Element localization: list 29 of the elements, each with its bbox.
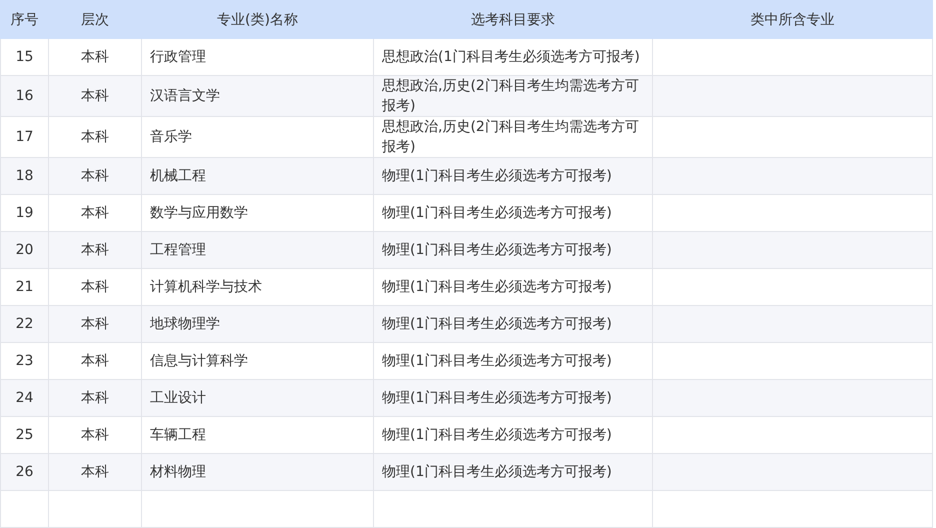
table-cell: 26 xyxy=(0,454,48,490)
table-cell: 24 xyxy=(0,380,48,416)
table-cell: 16 xyxy=(0,76,48,116)
table-cell: 地球物理学 xyxy=(142,306,374,342)
table-cell: 物理(1门科目考生必须选考方可报考) xyxy=(374,380,652,416)
column-header: 层次 xyxy=(48,0,142,38)
column-header: 类中所含专业 xyxy=(652,0,932,38)
table-cell: 物理(1门科目考生必须选考方可报考) xyxy=(374,158,652,194)
column-header: 专业(类)名称 xyxy=(142,0,374,38)
table-cell: 物理(1门科目考生必须选考方可报考) xyxy=(374,454,652,490)
table-cell: 本科 xyxy=(48,158,142,194)
column-header: 选考科目要求 xyxy=(374,0,652,38)
table-cell: 物理(1门科目考生必须选考方可报考) xyxy=(374,232,652,268)
table-cell: 22 xyxy=(0,306,48,342)
table-cell: 工业设计 xyxy=(142,380,374,416)
table-cell: 本科 xyxy=(48,306,142,342)
table-cell: 汉语言文学 xyxy=(142,76,374,116)
table-cell: 18 xyxy=(0,158,48,194)
table-cell: 机械工程 xyxy=(142,158,374,194)
table-cell: 本科 xyxy=(48,454,142,490)
column-header: 序号 xyxy=(0,0,48,38)
table-cell: 材料物理 xyxy=(142,454,374,490)
table-cell: 本科 xyxy=(48,380,142,416)
table-cell: 本科 xyxy=(48,76,142,116)
table-cell: 物理(1门科目考生必须选考方可报考) xyxy=(374,306,652,342)
table-cell: 本科 xyxy=(48,232,142,268)
table-cell: 思想政治,历史(2门科目考生均需选考方可报考) xyxy=(374,76,652,116)
table-cell: 20 xyxy=(0,232,48,268)
table-cell: 工程管理 xyxy=(142,232,374,268)
